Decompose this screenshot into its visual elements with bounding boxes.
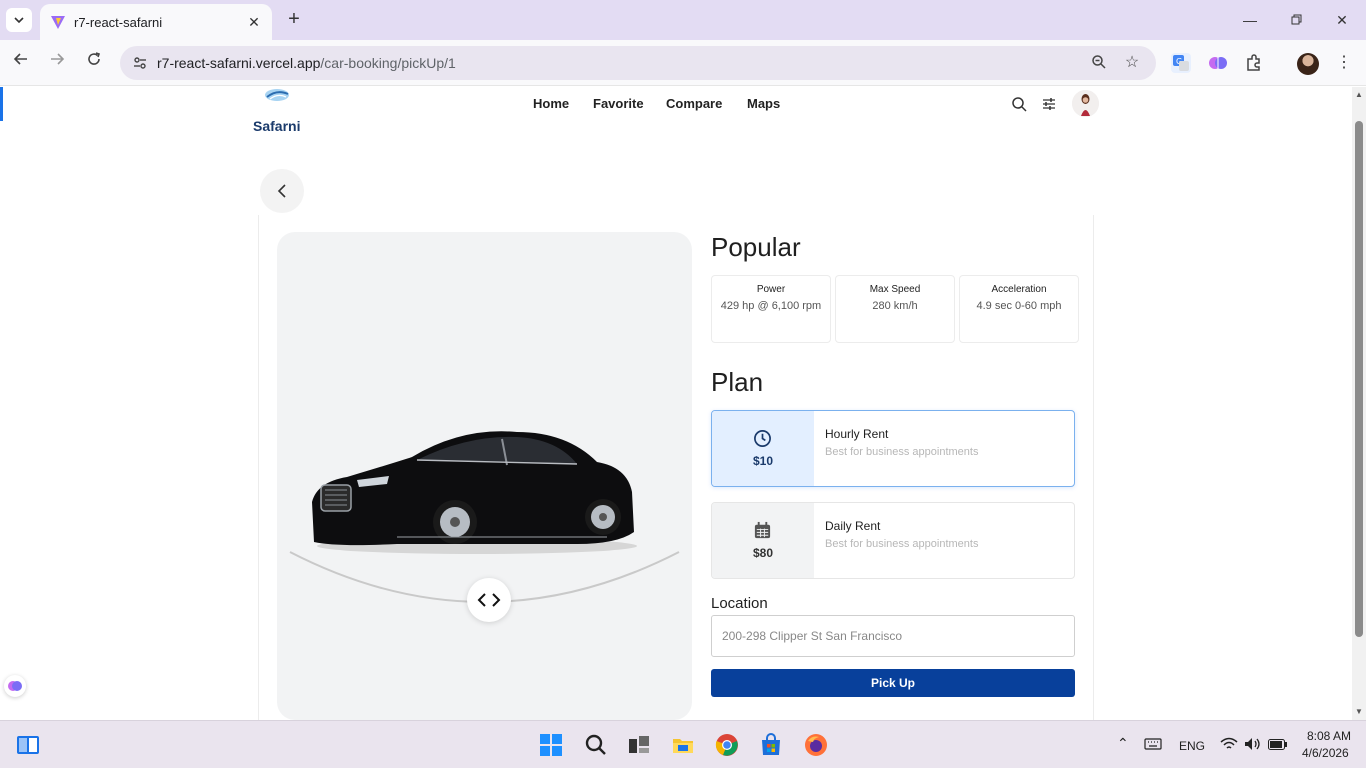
reload-icon: [88, 52, 101, 65]
browser-menu-icon[interactable]: ⋮: [1336, 53, 1352, 73]
microsoft-store-icon[interactable]: [759, 733, 783, 757]
nav-home-link[interactable]: Home: [533, 96, 569, 111]
translate-extension-icon[interactable]: G: [1171, 53, 1191, 73]
code-arrows-icon: [477, 593, 501, 607]
browser-toolbar: r7-react-safarni.vercel.app/car-booking/…: [0, 40, 1366, 86]
logo-text[interactable]: Safarni: [253, 118, 300, 134]
widgets-icon[interactable]: [16, 733, 40, 757]
bookmark-star-icon[interactable]: ☆: [1123, 54, 1141, 72]
language-indicator[interactable]: ENG: [1179, 739, 1205, 753]
page-scrollbar[interactable]: ▲ ▼: [1352, 87, 1366, 720]
url-text: r7-react-safarni.vercel.app/car-booking/…: [157, 55, 456, 71]
plan-price: $10: [752, 454, 774, 468]
spec-label: Max Speed: [869, 284, 921, 295]
car-slider-button[interactable]: [467, 578, 511, 622]
restore-button[interactable]: [1273, 8, 1319, 32]
spec-card-power: Power 429 hp @ 6,100 rpm: [711, 275, 831, 343]
url-path: /car-booking/pickUp/1: [320, 55, 456, 71]
nav-favorite-link[interactable]: Favorite: [593, 96, 644, 111]
nav-maps-link[interactable]: Maps: [747, 96, 780, 111]
browser-tab-bar: r7-react-safarni ✕ + — ✕: [0, 0, 1366, 40]
spec-card-max-speed: Max Speed 280 km/h: [835, 275, 955, 343]
safarni-logo-icon[interactable]: [262, 87, 292, 103]
address-bar[interactable]: r7-react-safarni.vercel.app/car-booking/…: [120, 46, 1156, 80]
browser-tab[interactable]: r7-react-safarni ✕: [40, 4, 272, 40]
chevron-left-icon: [277, 184, 286, 198]
plan-price: $80: [752, 546, 774, 560]
restore-icon: [1291, 14, 1301, 25]
back-nav-button[interactable]: [9, 51, 33, 75]
scroll-up-arrow-icon[interactable]: ▲: [1354, 90, 1364, 99]
file-explorer-icon[interactable]: [671, 733, 695, 757]
plan-price-panel: $80: [712, 503, 814, 578]
plan-heading: Plan: [711, 367, 764, 397]
close-window-button[interactable]: ✕: [1319, 8, 1365, 32]
vite-favicon-icon: [51, 16, 65, 29]
scroll-down-arrow-icon[interactable]: ▼: [1354, 707, 1364, 716]
user-avatar[interactable]: [1072, 90, 1099, 117]
clock-icon: [754, 430, 771, 447]
plan-title: Hourly Rent: [825, 427, 889, 441]
search-taskbar-icon[interactable]: [584, 733, 608, 757]
plan-description: Best for business appointments: [825, 446, 979, 458]
volume-icon[interactable]: [1244, 737, 1262, 751]
plan-title: Daily Rent: [825, 519, 881, 533]
plan-option-hourly[interactable]: $10 Hourly Rent Best for business appoin…: [711, 410, 1075, 487]
chevron-down-icon: [14, 17, 24, 24]
spec-label: Acceleration: [991, 284, 1047, 295]
keyboard-icon[interactable]: [1144, 738, 1162, 750]
location-input[interactable]: [711, 615, 1075, 657]
forward-nav-button[interactable]: [45, 51, 69, 75]
filter-sliders-icon[interactable]: [1041, 96, 1057, 112]
spec-value: 4.9 sec 0-60 mph: [976, 300, 1062, 312]
arrow-left-icon: [13, 53, 27, 65]
popular-heading: Popular: [711, 232, 801, 262]
location-label: Location: [711, 595, 768, 612]
profile-avatar[interactable]: [1297, 53, 1319, 75]
firefox-icon[interactable]: [804, 733, 828, 757]
floating-extension-button[interactable]: [4, 675, 26, 697]
clock-date[interactable]: 4/6/2026: [1302, 746, 1349, 760]
close-tab-icon[interactable]: ✕: [244, 14, 264, 31]
url-host: r7-react-safarni.vercel.app: [157, 55, 321, 71]
zoom-icon[interactable]: [1090, 54, 1108, 72]
brain-extension-icon[interactable]: [1208, 53, 1228, 73]
battery-icon[interactable]: [1268, 739, 1288, 750]
spec-label: Power: [756, 284, 786, 295]
tab-search-button[interactable]: [6, 8, 32, 32]
plan-description: Best for business appointments: [825, 538, 979, 550]
spec-value: 429 hp @ 6,100 rpm: [720, 300, 822, 312]
windows-start-icon[interactable]: [539, 733, 563, 757]
site-settings-icon[interactable]: [132, 55, 148, 71]
nav-compare-link[interactable]: Compare: [666, 96, 722, 111]
spec-value: 280 km/h: [872, 300, 918, 312]
plan-option-daily[interactable]: $80 Daily Rent Best for business appoint…: [711, 502, 1075, 579]
plan-price-panel: $10: [712, 411, 814, 486]
windows-taskbar: ⌃ ENG 8:08 AM 4/6/2026: [0, 720, 1366, 768]
search-icon[interactable]: [1011, 96, 1027, 112]
wifi-icon[interactable]: [1220, 737, 1238, 751]
page-viewport: Safarni Home Favorite Compare Maps Popul…: [0, 87, 1352, 720]
minimize-button[interactable]: —: [1227, 8, 1273, 32]
car-image-panel: [277, 232, 692, 720]
extensions-puzzle-icon[interactable]: [1244, 53, 1264, 73]
back-button[interactable]: [260, 169, 304, 213]
pickup-button[interactable]: Pick Up: [711, 669, 1075, 697]
reload-button[interactable]: [82, 51, 106, 75]
clock-time[interactable]: 8:08 AM: [1307, 729, 1351, 743]
task-view-icon[interactable]: [627, 733, 651, 757]
tray-overflow-icon[interactable]: ⌃: [1117, 735, 1129, 752]
spec-card-acceleration: Acceleration 4.9 sec 0-60 mph: [959, 275, 1079, 343]
calendar-icon: [754, 521, 771, 539]
arrow-right-icon: [51, 53, 65, 65]
scroll-thumb[interactable]: [1355, 121, 1363, 637]
chrome-taskbar-icon[interactable]: [715, 733, 739, 757]
new-tab-button[interactable]: +: [282, 8, 306, 32]
tab-title: r7-react-safarni: [74, 14, 163, 30]
car-image: [289, 431, 680, 603]
left-edge-accent: [0, 87, 3, 121]
